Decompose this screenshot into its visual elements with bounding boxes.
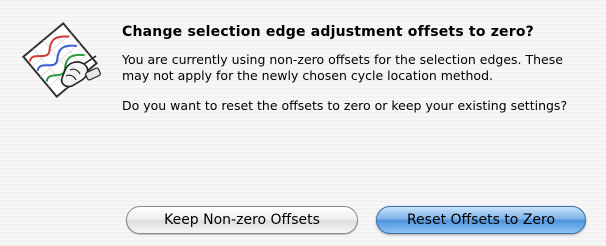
keep-offsets-button[interactable]: Keep Non-zero Offsets: [126, 206, 358, 234]
dialog-message-2: Do you want to reset the offsets to zero…: [122, 98, 568, 113]
dialog-content: Change selection edge adjustment offsets…: [122, 22, 582, 128]
alert-dialog: Change selection edge adjustment offsets…: [0, 0, 606, 246]
reset-offsets-button[interactable]: Reset Offsets to Zero: [376, 206, 586, 234]
graph-paper-hand-icon: [18, 18, 102, 102]
dialog-message-1: You are currently using non-zero offsets…: [122, 52, 563, 83]
dialog-title: Change selection edge adjustment offsets…: [122, 24, 534, 40]
dialog-buttons: Keep Non-zero Offsets Reset Offsets to Z…: [126, 206, 586, 234]
